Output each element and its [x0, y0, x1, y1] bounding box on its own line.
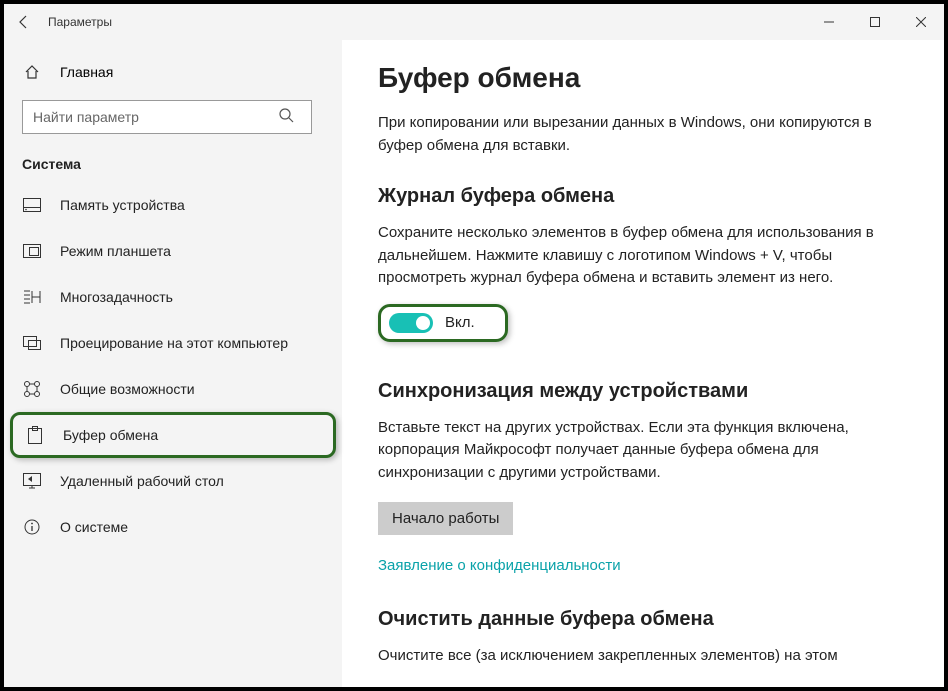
search-input[interactable]	[22, 100, 312, 134]
sidebar-item-remote-desktop[interactable]: Удаленный рабочий стол	[4, 458, 342, 504]
sidebar-item-clipboard[interactable]: Буфер обмена	[10, 412, 336, 458]
tablet-icon	[22, 244, 42, 258]
info-icon	[22, 519, 42, 535]
multitasking-icon	[22, 290, 42, 304]
clipboard-icon	[25, 426, 45, 444]
clear-description: Очистите все (за исключением закрепленны…	[378, 645, 898, 668]
search-icon	[278, 107, 294, 128]
projecting-icon	[22, 336, 42, 350]
sidebar-item-label: О системе	[60, 519, 128, 535]
search-box	[22, 100, 324, 134]
sidebar-item-label: Общие возможности	[60, 381, 195, 397]
history-toggle[interactable]	[389, 313, 433, 333]
intro-text: При копировании или вырезании данных в W…	[378, 112, 898, 157]
history-toggle-highlight: Вкл.	[378, 304, 508, 342]
sidebar-item-label: Проецирование на этот компьютер	[60, 335, 288, 351]
storage-icon	[22, 198, 42, 212]
page-title: Буфер обмена	[378, 62, 908, 94]
maximize-button[interactable]	[852, 4, 898, 40]
sidebar-item-label: Многозадачность	[60, 289, 173, 305]
titlebar: Параметры	[4, 4, 944, 40]
history-toggle-label: Вкл.	[445, 314, 475, 331]
sidebar-item-label: Режим планшета	[60, 243, 171, 259]
sidebar-item-label: Память устройства	[60, 197, 185, 213]
get-started-button[interactable]: Начало работы	[378, 502, 513, 535]
category-label: Система	[4, 152, 342, 182]
sync-section-title: Синхронизация между устройствами	[378, 380, 908, 403]
sidebar-item-storage[interactable]: Память устройства	[4, 182, 342, 228]
close-button[interactable]	[898, 4, 944, 40]
arrow-left-icon	[16, 14, 32, 30]
sidebar-item-about[interactable]: О системе	[4, 504, 342, 550]
back-button[interactable]	[4, 4, 44, 40]
maximize-icon	[870, 17, 880, 27]
sidebar-item-label: Удаленный рабочий стол	[60, 473, 224, 489]
sidebar-item-tablet-mode[interactable]: Режим планшета	[4, 228, 342, 274]
app-title: Параметры	[48, 15, 112, 29]
content-area: Буфер обмена При копировании или вырезан…	[342, 40, 944, 687]
close-icon	[916, 17, 926, 27]
sidebar-item-shared-experiences[interactable]: Общие возможности	[4, 366, 342, 412]
sync-description: Вставьте текст на других устройствах. Ес…	[378, 417, 898, 485]
home-label: Главная	[60, 64, 113, 80]
history-description: Сохраните несколько элементов в буфер об…	[378, 222, 898, 290]
home-icon	[22, 64, 42, 80]
sidebar: Главная Система Память устройства Режим …	[4, 40, 342, 687]
history-section-title: Журнал буфера обмена	[378, 185, 908, 208]
shared-experiences-icon	[22, 380, 42, 398]
minimize-icon	[824, 17, 834, 27]
clear-section-title: Очистить данные буфера обмена	[378, 608, 908, 631]
sidebar-item-multitasking[interactable]: Многозадачность	[4, 274, 342, 320]
sidebar-item-projecting[interactable]: Проецирование на этот компьютер	[4, 320, 342, 366]
sidebar-item-label: Буфер обмена	[63, 427, 158, 443]
remote-desktop-icon	[22, 473, 42, 489]
privacy-link[interactable]: Заявление о конфиденциальности	[378, 557, 621, 574]
minimize-button[interactable]	[806, 4, 852, 40]
home-nav[interactable]: Главная	[4, 58, 342, 86]
